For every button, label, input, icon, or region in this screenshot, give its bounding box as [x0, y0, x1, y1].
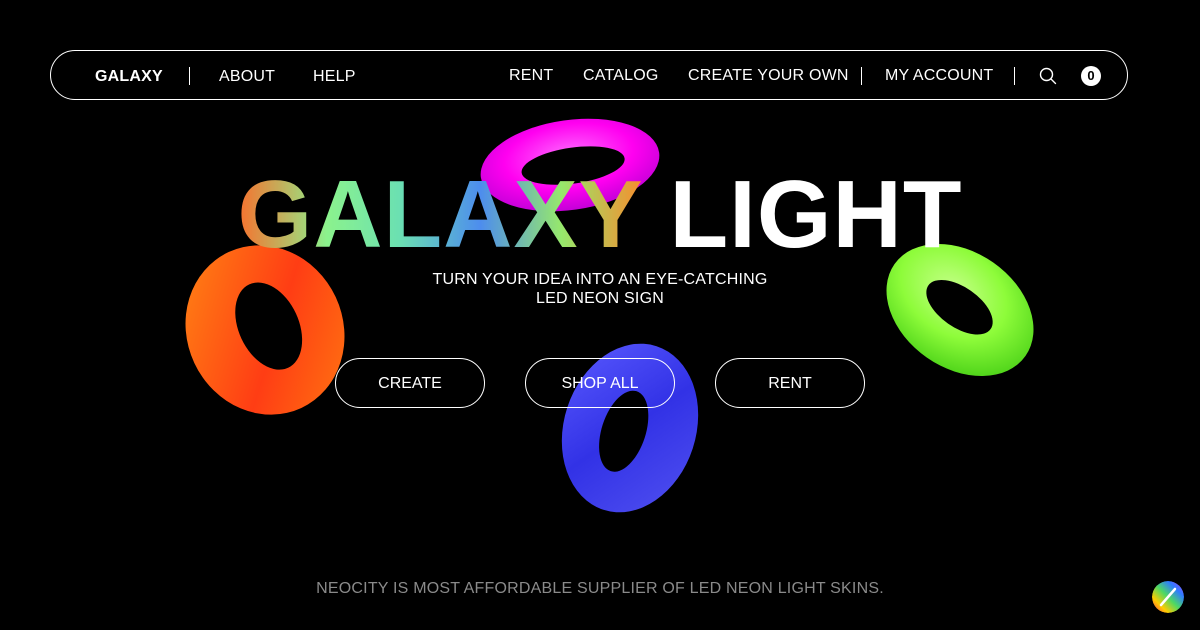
nav-my-account-link[interactable]: MY ACCOUNT [885, 51, 993, 101]
top-navigation-bar: GALAXY ABOUT HELP RENT CATALOG CREATE YO… [50, 50, 1128, 100]
nav-catalog-link[interactable]: CATALOG [583, 51, 659, 101]
brand-link[interactable]: GALAXY [95, 52, 163, 102]
footer-tagline: NEOCITY IS MOST AFFORDABLE SUPPLIER OF L… [316, 580, 884, 597]
nav-about-link[interactable]: ABOUT [219, 52, 275, 102]
rent-button[interactable]: RENT [715, 358, 865, 408]
shop-all-button[interactable]: SHOP ALL [525, 358, 675, 408]
nav-divider [861, 67, 862, 85]
hero-title-white: LIGHT [669, 161, 963, 268]
create-button[interactable]: CREATE [335, 358, 485, 408]
nav-divider [1014, 67, 1015, 85]
nav-divider [189, 67, 190, 85]
cart-count-badge[interactable]: 0 [1081, 66, 1101, 86]
nav-rent-link[interactable]: RENT [509, 51, 553, 101]
hero-subtitle: TURN YOUR IDEA INTO AN EYE-CATCHING LED … [0, 270, 1200, 308]
nav-help-link[interactable]: HELP [313, 52, 356, 102]
rainbow-logo-icon[interactable] [1152, 581, 1184, 613]
hero-subtitle-line1: TURN YOUR IDEA INTO AN EYE-CATCHING [432, 271, 768, 288]
search-icon[interactable] [1039, 67, 1057, 85]
hero-title-colored: GALAXY [237, 161, 642, 268]
nav-create-your-own-link[interactable]: CREATE YOUR OWN [688, 51, 849, 101]
hero-subtitle-line2: LED NEON SIGN [536, 290, 664, 307]
hero-title: GALAXY LIGHT [0, 160, 1200, 270]
